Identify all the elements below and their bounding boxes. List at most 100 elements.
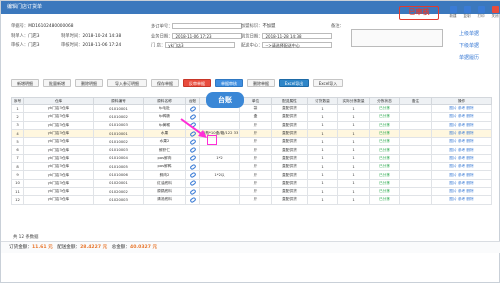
table-cell xyxy=(399,120,432,130)
column-header[interactable]: 仓库 xyxy=(23,97,94,105)
save-button[interactable]: 保存单据 xyxy=(151,79,179,87)
table-cell[interactable]: 图片 参考 删除 xyxy=(431,112,492,122)
link-icon[interactable] xyxy=(188,138,197,145)
store-select[interactable]: yk门店3 xyxy=(165,42,236,48)
table-cell[interactable]: 图片 参考 删除 xyxy=(431,195,492,205)
table-cell: yk门店3仓库 xyxy=(23,145,94,155)
table-cell: 1 xyxy=(337,137,370,147)
delete-doc-button[interactable]: 删除单据 xyxy=(247,79,275,87)
table-row[interactable]: 12 yk门店3仓库 01020003 清汤底料斤直配供货 1 1 已分拣 图片 参考 删除 xyxy=(11,195,492,205)
ledger-link[interactable] xyxy=(185,170,200,180)
link-downstream[interactable]: 下级单据 xyxy=(459,40,479,52)
column-header[interactable]: 实际分拣数量 xyxy=(337,97,370,105)
ledger-link[interactable] xyxy=(185,195,200,205)
doc-no-label: 单据号： xyxy=(11,24,29,29)
table-cell[interactable]: 图片 参考 删除 xyxy=(431,178,492,188)
column-header[interactable]: 序号 xyxy=(11,97,24,105)
import-detail-button[interactable]: 导入参订明细 xyxy=(107,79,147,87)
audit-button[interactable]: 单据审核 xyxy=(215,79,243,87)
link-upstream[interactable]: 上级单据 xyxy=(459,28,479,40)
column-header[interactable]: 台账 xyxy=(185,97,200,105)
table-row[interactable]: 9 yk门店3仓库 01010006 鲜肉2 1*2以斤直配供货 1 1 已分拣 图片 参考 删… xyxy=(11,170,492,180)
table-cell: yk门店3仓库 xyxy=(23,178,94,188)
add-detail-button[interactable]: 新增明细 xyxy=(11,79,39,87)
table-cell: 已分拣 xyxy=(369,153,400,164)
delete-detail-button[interactable]: 删除明细 xyxy=(75,79,103,87)
table-cell[interactable]: 图片 参考 删除 xyxy=(431,170,492,180)
auditor-label: 审核人： xyxy=(11,43,29,48)
excel-import-button[interactable]: Excel导入 xyxy=(313,79,343,87)
table-cell: 01010002 xyxy=(93,112,144,122)
batch-add-button[interactable]: 批量新增 xyxy=(43,79,71,87)
remark-textarea[interactable] xyxy=(351,29,443,47)
table-cell[interactable]: 图片 参考 删除 xyxy=(431,120,492,130)
close-icon xyxy=(491,6,499,13)
delivery-amount-label: 配送金额： xyxy=(57,245,81,250)
column-header[interactable]: 配送属性 xyxy=(271,97,308,105)
table-cell: 1 xyxy=(337,112,370,122)
ledger-link[interactable] xyxy=(185,162,200,172)
table-cell[interactable]: 图片 参考 删除 xyxy=(431,103,492,114)
table-cell: 01010001 xyxy=(93,103,144,114)
table-cell[interactable]: 图片 参考 删除 xyxy=(431,186,492,197)
table-cell: 红油底料 xyxy=(143,178,186,188)
ledger-link[interactable] xyxy=(185,145,200,155)
table-cell[interactable]: 图片 参考 删除 xyxy=(431,128,492,139)
arrival-date-field[interactable]: 2018-11-28 14:38 xyxy=(262,33,333,39)
ledger-link[interactable] xyxy=(185,186,200,197)
table-row[interactable]: 1 yk门店3仓库 01010001 fp毛肚袋直配供货 1 1 已分拣 图片 参考 删除 xyxy=(11,103,492,114)
column-header[interactable]: 分拣状态 xyxy=(369,97,400,105)
column-header[interactable]: 原料编号 xyxy=(93,97,144,105)
ledger-link[interactable] xyxy=(185,103,200,114)
table-cell[interactable]: 图片 参考 删除 xyxy=(431,162,492,172)
column-header[interactable]: 操作 xyxy=(431,97,492,105)
close-icon-button[interactable]: 关闭 xyxy=(487,6,500,22)
table-cell[interactable]: 图片 参考 删除 xyxy=(431,137,492,147)
link-history[interactable]: 单据履历 xyxy=(459,52,479,64)
unaudit-button[interactable]: 反审单据 xyxy=(183,79,211,87)
table-cell: 已分拣 xyxy=(369,112,400,122)
link-icon[interactable] xyxy=(188,147,197,154)
table-cell: 直配供货 xyxy=(271,137,308,147)
ledger-link[interactable] xyxy=(185,178,200,188)
table-cell: 直配供货 xyxy=(271,186,308,197)
ledger-link[interactable] xyxy=(185,153,200,164)
table-cell[interactable]: 图片 参考 删除 xyxy=(431,153,492,164)
table-row[interactable]: 7 yk门店3仓库 01010004 pos鲜肉 1*2 斤直配供货 1 1 已分拣 图片 参考 … xyxy=(11,153,492,164)
link-icon[interactable] xyxy=(188,155,197,162)
table-cell[interactable]: 图片 参考 删除 xyxy=(431,145,492,155)
biz-date-field[interactable]: 2018-11-06 17:23 xyxy=(172,33,243,39)
table-row[interactable]: 8 yk门店3仓库 01010005 pos鲜鸭斤直配供货 1 1 已分拣 图片 参考 删除 xyxy=(11,162,492,172)
column-header[interactable]: 订货数量 xyxy=(307,97,338,105)
link-icon[interactable] xyxy=(188,180,197,187)
multi-no-field[interactable] xyxy=(172,23,243,29)
excel-export-button[interactable]: Excel导出 xyxy=(279,79,309,87)
column-header[interactable]: 备注 xyxy=(399,97,432,105)
table-cell xyxy=(399,145,432,155)
link-icon[interactable] xyxy=(188,188,197,195)
table-row[interactable]: 2 yk门店3仓库 01010002 fp鸭肠盒直配供货 1 1 已分拣 图片 参考 删除 xyxy=(11,112,492,122)
link-icon[interactable] xyxy=(188,171,197,179)
doc-no-value: MD16102480000068 xyxy=(28,24,74,29)
table-row[interactable]: 11 yk门店3仓库 01020002 原锅底料斤直配供货 1 1 已分拣 图片 参考 删除 xyxy=(11,186,492,197)
dc-select[interactable]: -->请选择配送中心 xyxy=(262,42,333,48)
link-icon[interactable] xyxy=(188,105,197,112)
link-icon[interactable] xyxy=(188,163,197,170)
table-row[interactable]: 10 yk门店3仓库 01020001 红油底料斤直配供货 1 1 已分拣 图片 参考 删除 xyxy=(11,178,492,188)
column-header[interactable]: 原料名称 xyxy=(143,97,186,105)
table-cell: 已分拣 xyxy=(369,178,400,188)
table-cell: 已分拣 xyxy=(369,170,400,180)
table-cell: 直配供货 xyxy=(271,195,308,205)
link-icon[interactable] xyxy=(188,196,197,204)
table-row[interactable]: 4 yk门店3仓库 01010001 水果 10瓶*10盒/箱/122 33 斤直配供货 1… xyxy=(11,128,492,139)
table-cell: yk门店3仓库 xyxy=(23,153,94,164)
table-cell: 1 xyxy=(307,186,338,197)
table-row[interactable]: 3 yk门店3仓库 01010003 fp黄喉斤直配供货 1 1 已分拣 图片 参考 删除 xyxy=(11,120,492,130)
table-row[interactable]: 6 yk门店3仓库 01010003 鲜虾仁斤直配供货 1 1 已分拣 图片 参考 删除 xyxy=(11,145,492,155)
table-cell: 8 xyxy=(11,162,24,172)
table-row[interactable]: 5 yk门店3仓库 01010002 水果2 斤直配供货 1 1 已分拣 图片 参考 删除 xyxy=(11,137,492,147)
table-cell: 3 xyxy=(11,120,24,130)
column-header[interactable]: 单位 xyxy=(239,97,272,105)
total-amount-value: 40.0327 元 xyxy=(130,245,158,250)
order-form: 单据号：MD16102480000068 多订单号： 加盟标识：不加盟 备注： … xyxy=(11,23,401,49)
